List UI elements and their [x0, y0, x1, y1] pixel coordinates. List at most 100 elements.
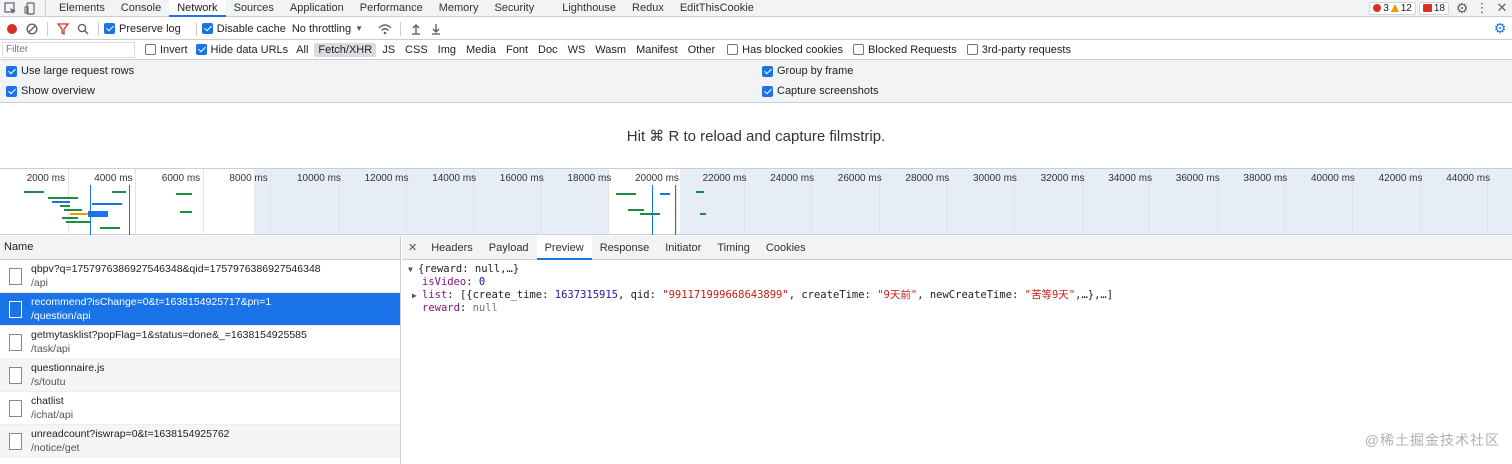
tab-memory[interactable]: Memory [431, 0, 487, 17]
filter-type-media[interactable]: Media [462, 43, 500, 57]
has-blocked-cookies-checkbox[interactable] [727, 44, 739, 55]
request-path: /question/api [31, 310, 91, 322]
json-node-list[interactable]: ▶ list: [{create_time: 1637315915, qid: "… [408, 289, 1512, 302]
show-overview-checkbox[interactable] [6, 85, 17, 97]
settings-gear-icon[interactable]: ⚙ [1452, 0, 1472, 17]
timeline-activity-mark [640, 213, 660, 215]
network-conditions-icon[interactable] [375, 20, 395, 37]
group-by-frame-checkbox[interactable] [762, 65, 773, 77]
device-toolbar-icon[interactable] [20, 0, 40, 17]
tab-console[interactable]: Console [113, 0, 169, 17]
detail-tab-payload[interactable]: Payload [481, 236, 537, 260]
table-row[interactable]: recommend?isChange=0&t=1638154925717&pn=… [0, 293, 400, 326]
timeline-activity-mark [628, 209, 644, 211]
file-icon [9, 267, 22, 285]
tab-elements[interactable]: Elements [51, 0, 113, 17]
filter-type-font[interactable]: Font [502, 43, 532, 57]
timeline-event-line [652, 185, 653, 235]
file-icon [9, 399, 22, 417]
tab-editthiscookie[interactable]: EditThisCookie [672, 0, 762, 17]
request-path: /notice/get [31, 442, 80, 454]
file-icon [9, 432, 22, 450]
blocked-requests-checkbox[interactable] [853, 44, 865, 55]
capture-screenshots-checkbox[interactable] [762, 85, 773, 97]
filter-type-css[interactable]: CSS [401, 43, 432, 57]
filter-type-all[interactable]: All [292, 43, 312, 57]
detail-tab-preview[interactable]: Preview [536, 235, 592, 260]
tab-network[interactable]: Network [169, 0, 226, 17]
record-icon[interactable] [2, 20, 22, 37]
request-name: qbpv?q=1757976386927546348&qid=175797638… [31, 263, 321, 275]
filter-type-js[interactable]: JS [378, 43, 399, 57]
error-count-badge[interactable]: 3 12 [1369, 1, 1416, 15]
tab-lighthouse[interactable]: Lighthouse [554, 0, 624, 17]
close-detail-icon[interactable]: ✕ [408, 241, 417, 254]
expand-right-icon[interactable]: ▶ [412, 289, 422, 302]
close-devtools-icon[interactable]: ✕ [1492, 0, 1512, 17]
blocked-requests-label: Blocked Requests [868, 43, 957, 56]
chevron-down-icon[interactable]: ▼ [355, 24, 363, 33]
filter-icon[interactable] [53, 20, 73, 37]
hide-data-urls-checkbox[interactable] [195, 44, 207, 55]
table-row[interactable]: getmytasklist?popFlag=1&status=done&_=16… [0, 326, 400, 359]
large-rows-checkbox[interactable] [6, 65, 17, 77]
invert-checkbox[interactable] [145, 44, 156, 55]
timeline-gridline [270, 169, 272, 235]
expand-down-icon[interactable]: ▼ [408, 263, 418, 276]
filter-type-manifest[interactable]: Manifest [632, 43, 682, 57]
detail-tab-cookies[interactable]: Cookies [758, 236, 814, 260]
timeline-activity-mark [66, 221, 90, 223]
filter-type-ws[interactable]: WS [564, 43, 590, 57]
tab-application[interactable]: Application [282, 0, 352, 17]
overview-timeline[interactable]: 2000 ms 4000 ms 6000 ms 8000 ms 10000 ms 1200… [0, 169, 1512, 235]
filter-type-other[interactable]: Other [684, 43, 720, 57]
filter-input[interactable]: Filter [2, 41, 135, 58]
request-path: /s/toutu [31, 376, 66, 388]
request-name: recommend?isChange=0&t=1638154925717&pn=… [31, 296, 272, 308]
table-row[interactable]: questionnaire.js/s/toutu [0, 359, 400, 392]
filter-type-fetch-xhr[interactable]: Fetch/XHR [314, 42, 377, 57]
network-settings-gear-icon[interactable]: ⚙ [1490, 20, 1510, 37]
timeline-activity-mark [64, 209, 82, 211]
issue-flag-icon [1422, 4, 1432, 12]
json-root-node[interactable]: ▼ {reward: null,…} [408, 263, 1512, 276]
tab-sources[interactable]: Sources [226, 0, 282, 17]
import-har-icon[interactable] [406, 20, 426, 37]
preserve-log-checkbox[interactable] [104, 23, 115, 34]
network-toolbar: Preserve log Disable cache No throttling… [0, 18, 1512, 40]
detail-tab-initiator[interactable]: Initiator [657, 236, 709, 260]
more-options-icon[interactable]: ⋮ [1472, 0, 1492, 17]
json-node-isvideo: isVideo: 0 [422, 276, 486, 288]
detail-tab-response[interactable]: Response [592, 236, 658, 260]
table-row[interactable]: unreadcount?iswrap=0&t=1638154925762/not… [0, 425, 400, 458]
tab-redux[interactable]: Redux [624, 0, 672, 17]
timeline-activity-mark [52, 201, 70, 203]
table-row[interactable]: qbpv?q=1757976386927546348&qid=175797638… [0, 260, 400, 293]
timeline-gridline [202, 169, 204, 235]
export-har-icon[interactable] [426, 20, 446, 37]
timeline-tick-label: 14000 ms [432, 173, 477, 184]
search-icon[interactable] [73, 20, 93, 37]
capture-screenshots-label: Capture screenshots [777, 85, 879, 97]
timeline-activity-mark [88, 215, 108, 217]
file-icon [9, 366, 22, 384]
has-blocked-cookies-label: Has blocked cookies [742, 43, 844, 56]
timeline-tick-label: 8000 ms [229, 173, 268, 184]
throttling-select[interactable]: No throttling [292, 23, 351, 35]
third-party-checkbox[interactable] [966, 44, 978, 55]
clear-icon[interactable] [22, 20, 42, 37]
table-row[interactable]: chatlist/ichat/api [0, 392, 400, 425]
detail-tab-headers[interactable]: Headers [423, 236, 481, 260]
inspect-element-icon[interactable] [0, 0, 20, 17]
filter-type-doc[interactable]: Doc [534, 43, 562, 57]
disable-cache-checkbox[interactable] [201, 23, 213, 34]
tab-security[interactable]: Security [486, 0, 542, 17]
filter-type-img[interactable]: Img [434, 43, 460, 57]
tab-performance[interactable]: Performance [352, 0, 431, 17]
timeline-tick-label: 10000 ms [297, 173, 341, 184]
issues-badge[interactable]: 18 [1418, 1, 1449, 15]
detail-tab-timing[interactable]: Timing [709, 236, 758, 260]
timeline-tick-label: 32000 ms [1040, 173, 1085, 184]
filter-type-wasm[interactable]: Wasm [591, 43, 630, 57]
name-column-header[interactable]: Name [0, 236, 400, 260]
